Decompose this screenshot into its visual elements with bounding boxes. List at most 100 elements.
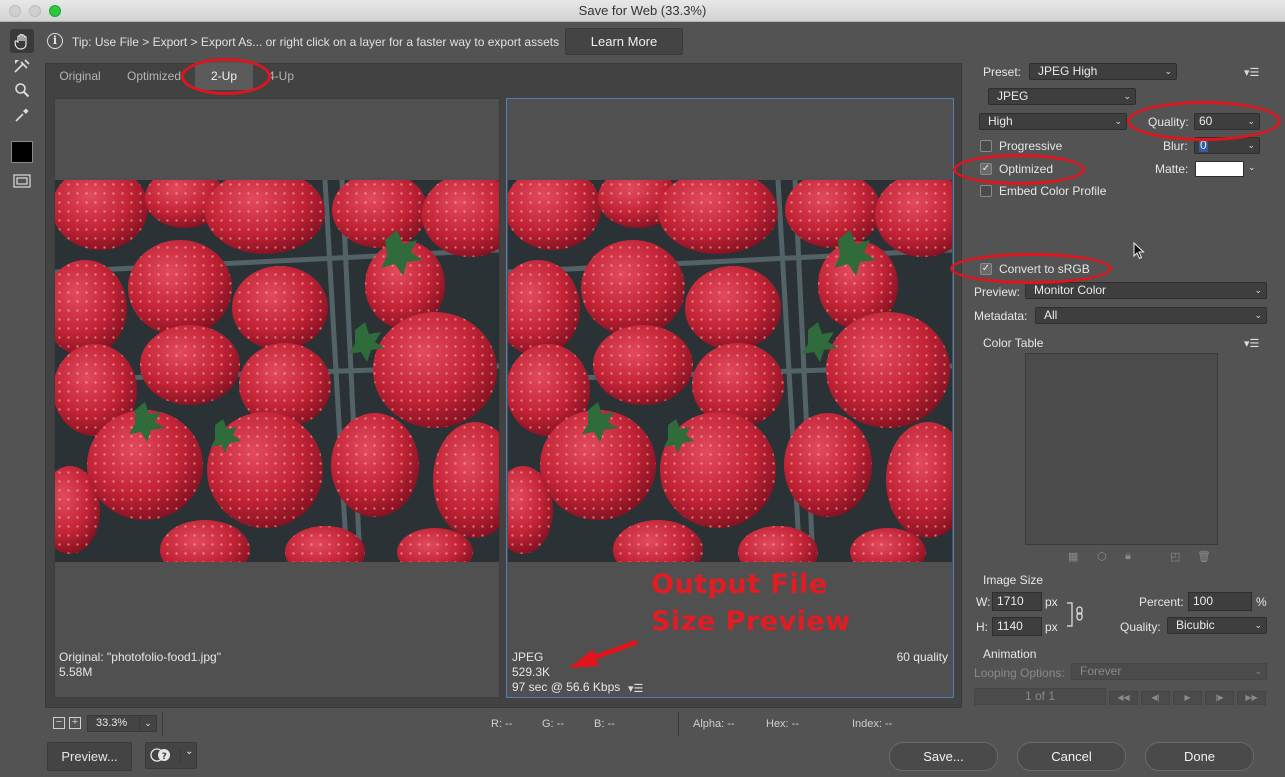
resample-quality-select[interactable]: Bicubic ⌄ [1167, 617, 1267, 634]
optimized-quality-label: 60 quality [896, 650, 948, 664]
eyedropper-color-swatch[interactable] [11, 141, 33, 163]
chevron-down-icon: ⌄ [139, 716, 156, 731]
chevron-down-icon: ⌄ [1254, 285, 1262, 295]
annotation-text-line2: Size Preview [651, 606, 851, 637]
toggle-slices-icon[interactable] [10, 169, 34, 193]
original-image [55, 180, 499, 562]
last-frame-button[interactable]: ▶▶ [1237, 691, 1266, 705]
hand-tool-icon[interactable] [10, 29, 34, 53]
annotation-ring-quality [1127, 101, 1281, 141]
format-select[interactable]: JPEG ⌄ [988, 88, 1136, 105]
width-unit: px [1045, 595, 1058, 609]
zoom-tool-icon[interactable] [10, 78, 34, 102]
close-window-button[interactable] [9, 5, 21, 17]
preset-label: Preset: [983, 65, 1022, 79]
link-constrain-icon[interactable] [1066, 602, 1088, 628]
green-readout: G: -- [542, 718, 564, 730]
frame-counter: 1 of 1 [974, 688, 1106, 705]
web-shift-icon[interactable]: ⬡ [1097, 550, 1107, 563]
width-label: W: [976, 595, 991, 609]
preset-select[interactable]: JPEG High ⌄ [1029, 63, 1177, 80]
map-color-icon[interactable]: ▦ [1068, 550, 1078, 563]
zoom-level-select[interactable]: 33.3% ⌄ [87, 715, 157, 732]
looping-select[interactable]: Forever ⌄ [1071, 663, 1267, 680]
next-frame-button[interactable]: |▶ [1205, 691, 1234, 705]
help-menu-button[interactable]: ? ⌄ [145, 742, 197, 769]
matte-color-swatch[interactable] [1195, 161, 1244, 177]
new-color-icon[interactable]: ◰ [1170, 550, 1180, 563]
metadata-label: Metadata: [974, 309, 1028, 323]
chevron-down-icon: ⌄ [1164, 66, 1172, 76]
chevron-down-icon: ⌄ [1254, 666, 1262, 676]
embed-profile-checkbox[interactable] [980, 185, 992, 197]
height-label: H: [976, 620, 988, 634]
metadata-select[interactable]: All ⌄ [1035, 307, 1267, 324]
preview-value: Monitor Color [1034, 283, 1107, 297]
mouse-cursor-icon [1133, 242, 1145, 260]
preview-button[interactable]: Preview... [47, 742, 132, 771]
chevron-down-icon: ⌄ [1114, 116, 1122, 126]
zoom-level-value: 33.3% [96, 717, 128, 729]
cancel-button[interactable]: Cancel [1017, 742, 1126, 771]
progressive-checkbox[interactable] [980, 140, 992, 152]
annotation-text-line1: Output File [651, 569, 828, 600]
lock-color-icon[interactable]: 🔒︎ [1125, 550, 1131, 563]
optimized-format: JPEG [512, 650, 544, 664]
learn-more-button[interactable]: Learn More [565, 28, 683, 55]
preset-value: JPEG High [1038, 64, 1098, 78]
height-input[interactable]: 1140 [992, 617, 1042, 636]
done-button[interactable]: Done [1145, 742, 1254, 771]
quality-level-value: High [988, 114, 1013, 128]
zoom-in-button[interactable]: + [69, 717, 81, 729]
annotation-ring-optimized [953, 154, 1085, 185]
annotation-arrow-icon [569, 639, 638, 668]
play-button[interactable]: ▶ [1173, 691, 1202, 705]
delete-color-icon[interactable]: 🗑︎ [1197, 550, 1211, 563]
tab-original[interactable]: Original [47, 63, 113, 90]
svg-text:?: ? [162, 752, 167, 762]
progressive-label: Progressive [999, 139, 1063, 153]
chevron-down-icon: ⌄ [1123, 91, 1131, 101]
first-frame-button[interactable]: ◀◀ [1109, 691, 1138, 705]
settings-menu-icon[interactable]: ▾☰ [1244, 66, 1259, 79]
blue-readout: B: -- [594, 718, 615, 730]
download-speed-menu-icon[interactable]: ▾☰ [628, 682, 643, 695]
minimize-window-button[interactable] [29, 5, 41, 17]
resample-quality-label: Quality: [1120, 620, 1161, 634]
original-filename: Original: "photofolio-food1.jpg" [59, 650, 221, 664]
zoom-window-button[interactable] [49, 5, 61, 17]
strawberries-photo-optimized [508, 180, 952, 562]
embed-profile-label: Embed Color Profile [999, 184, 1107, 198]
quality-level-select[interactable]: High ⌄ [979, 113, 1127, 130]
annotation-ring-2up [181, 58, 271, 95]
looping-value: Forever [1080, 664, 1122, 678]
height-unit: px [1045, 620, 1058, 634]
color-table-menu-icon[interactable]: ▾☰ [1244, 337, 1259, 350]
color-table-header: Color Table [983, 336, 1044, 350]
percent-unit: % [1256, 595, 1267, 609]
red-readout: R: -- [491, 718, 513, 730]
percent-input[interactable]: 100 [1188, 592, 1252, 611]
status-divider [678, 712, 679, 736]
slice-select-tool-icon[interactable] [10, 54, 34, 78]
optimized-image [508, 180, 952, 562]
optimized-filesize: 529.3K [512, 665, 551, 679]
alpha-readout: Alpha: -- [693, 718, 735, 730]
info-icon: i [47, 33, 63, 49]
preview-select[interactable]: Monitor Color ⌄ [1025, 282, 1267, 299]
original-filesize: 5.58M [59, 665, 93, 679]
save-button[interactable]: Save... [889, 742, 998, 771]
zoom-out-button[interactable]: − [53, 717, 65, 729]
format-value: JPEG [997, 89, 1029, 103]
previous-frame-button[interactable]: ◀| [1141, 691, 1170, 705]
chevron-down-icon: ⌄ [185, 746, 194, 757]
eyedropper-tool-icon[interactable] [10, 103, 34, 127]
tool-strip [0, 22, 42, 777]
color-table[interactable] [1025, 353, 1218, 545]
title-bar: Save for Web (33.3%) [0, 0, 1285, 22]
width-input[interactable]: 1710 [992, 592, 1042, 611]
chevron-down-icon[interactable]: ⌄ [1248, 162, 1256, 173]
image-size-header: Image Size [983, 573, 1044, 587]
blur-label: Blur: [1163, 139, 1188, 153]
animation-header: Animation [983, 647, 1037, 661]
